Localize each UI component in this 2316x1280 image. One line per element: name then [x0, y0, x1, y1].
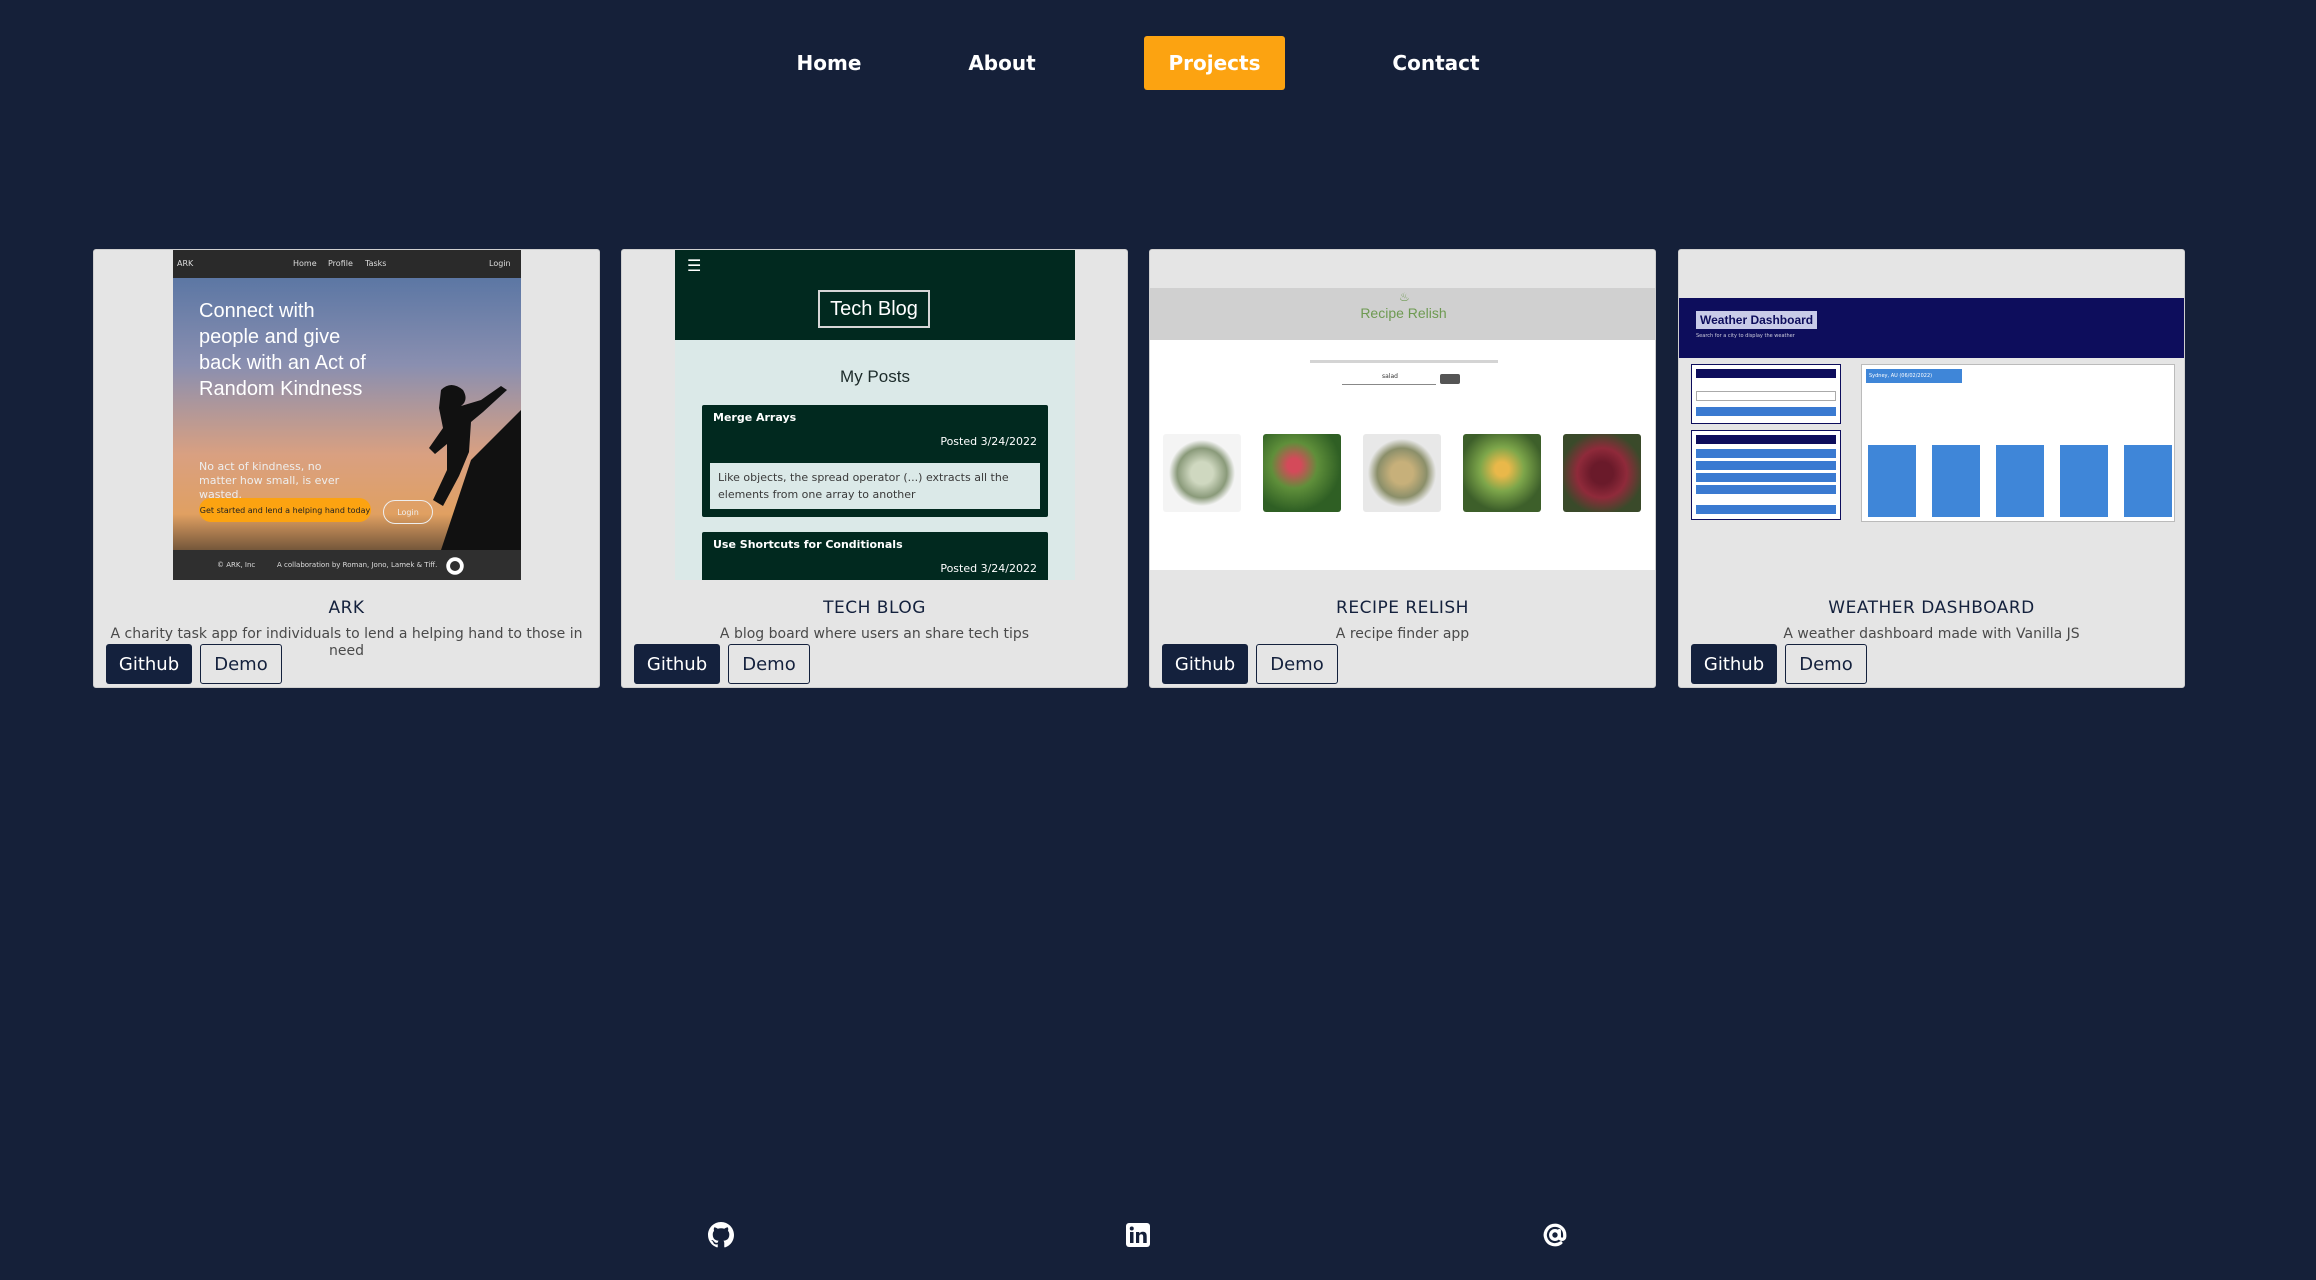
project-description: A recipe finder app: [1335, 626, 1470, 642]
wd-subtitle: Search for a city to display the weather: [1696, 333, 1795, 339]
wd-history-label: [1696, 435, 1836, 444]
wd-history-item: [1696, 485, 1836, 494]
github-button[interactable]: Github: [106, 644, 192, 684]
food-image: [1563, 434, 1641, 512]
github-button[interactable]: Github: [634, 644, 720, 684]
wd-forecast-day: [1868, 445, 1916, 517]
food-image: [1363, 434, 1441, 512]
demo-button[interactable]: Demo: [1256, 644, 1338, 684]
linkedin-icon[interactable]: [1124, 1221, 1152, 1249]
ark-subtext: No act of kindness, no matter how small,…: [199, 460, 340, 501]
demo-button[interactable]: Demo: [728, 644, 810, 684]
tb-post-date: Posted 3/24/2022: [940, 562, 1037, 575]
project-title: TECH BLOG: [823, 598, 926, 618]
tb-logo: Tech Blog: [818, 290, 930, 328]
tb-post: Use Shortcuts for Conditionals Posted 3/…: [702, 532, 1048, 580]
github-button[interactable]: Github: [1162, 644, 1248, 684]
rr-logo: Recipe Relish: [1360, 305, 1447, 321]
food-image: [1263, 434, 1341, 512]
main-nav: Home About Projects Contact: [0, 0, 2316, 125]
ark-footer-left: © ARK, Inc: [217, 561, 256, 569]
ark-headline: Connect with people and give back with a…: [199, 300, 366, 400]
nav-about[interactable]: About: [960, 36, 1044, 90]
tb-post: Merge Arrays Posted 3/24/2022 Like objec…: [702, 405, 1048, 517]
project-card-ark: ARK Home Profile Tasks Login Connect wit…: [93, 249, 600, 688]
project-card-recipe-relish: ♨ Recipe Relish salad RECIPE RELISH A re…: [1149, 249, 1656, 688]
email-at-icon[interactable]: [1541, 1221, 1569, 1249]
tech-blog-screenshot[interactable]: ☰ Tech Blog My Posts Merge Arrays Posted…: [675, 250, 1075, 580]
project-card-weather-dashboard: Weather Dashboard Search for a city to d…: [1678, 249, 2185, 688]
menu-icon: ☰: [687, 256, 702, 275]
tb-post-title: Merge Arrays: [713, 411, 797, 424]
wd-history-item: [1696, 473, 1836, 482]
project-title: WEATHER DASHBOARD: [1828, 598, 2035, 618]
github-icon[interactable]: [707, 1221, 735, 1249]
food-image: [1163, 434, 1241, 512]
ark-github-icon: [446, 557, 464, 575]
nav-contact[interactable]: Contact: [1386, 36, 1486, 90]
nav-home[interactable]: Home: [786, 36, 872, 90]
project-title: RECIPE RELISH: [1336, 598, 1469, 618]
wd-forecast-day: [1932, 445, 1980, 517]
wd-history-panel: [1691, 430, 1841, 520]
ark-nav-home: Home: [293, 259, 317, 268]
project-title: ARK: [328, 598, 365, 618]
wd-clear-history-button: [1696, 505, 1836, 514]
project-card-tech-blog: ☰ Tech Blog My Posts Merge Arrays Posted…: [621, 249, 1128, 688]
ark-nav-login: Login: [489, 259, 511, 268]
tb-post-title: Use Shortcuts for Conditionals: [713, 538, 903, 551]
weather-dashboard-screenshot[interactable]: Weather Dashboard Search for a city to d…: [1679, 250, 2184, 580]
ark-footer: © ARK, Inc A collaboration by Roman, Jon…: [173, 550, 521, 580]
rr-search-value: salad: [1382, 373, 1398, 380]
wd-forecast-panel: Sydney, AU (06/02/2022): [1861, 364, 2175, 522]
ark-login-button: Login: [383, 500, 433, 524]
ark-footer-right: A collaboration by Roman, Jono, Lamek & …: [277, 561, 438, 569]
tb-post-date: Posted 3/24/2022: [940, 435, 1037, 448]
wd-current-city: Sydney, AU (06/02/2022): [1866, 369, 1962, 383]
rr-search-button: [1440, 374, 1460, 384]
nav-projects[interactable]: Projects: [1144, 36, 1285, 90]
wd-city-input: [1696, 391, 1836, 401]
ark-nav-profile: Profile: [328, 259, 353, 268]
wd-search-panel: [1691, 364, 1841, 424]
project-description: A blog board where users an share tech t…: [719, 626, 1030, 642]
ark-screenshot[interactable]: ARK Home Profile Tasks Login Connect wit…: [173, 250, 521, 580]
tb-post-body: Like objects, the spread operator (...) …: [708, 461, 1042, 511]
tb-heading: My Posts: [840, 367, 910, 386]
wd-get-weather-button: [1696, 407, 1836, 416]
demo-button[interactable]: Demo: [1785, 644, 1867, 684]
rr-intro-line: [1310, 360, 1498, 363]
food-image: [1463, 434, 1541, 512]
wd-forecast-day: [2060, 445, 2108, 517]
wd-search-label: [1696, 369, 1836, 378]
wd-history-item: [1696, 449, 1836, 458]
wd-forecast-day: [1996, 445, 2044, 517]
leaf-icon: ♨: [1399, 290, 1410, 304]
project-description: A weather dashboard made with Vanilla JS: [1783, 626, 2080, 642]
wd-forecast-day: [2124, 445, 2172, 517]
recipe-relish-screenshot[interactable]: ♨ Recipe Relish salad: [1150, 250, 1655, 580]
ark-brand: ARK: [177, 259, 194, 268]
wd-history-item: [1696, 461, 1836, 470]
ark-topbar: ARK Home Profile Tasks Login: [173, 250, 521, 278]
wd-title: Weather Dashboard: [1696, 311, 1818, 329]
rr-search-input: salad: [1342, 373, 1436, 385]
demo-button[interactable]: Demo: [200, 644, 282, 684]
github-button[interactable]: Github: [1691, 644, 1777, 684]
ark-nav-tasks: Tasks: [365, 259, 387, 268]
ark-cta: Get started and lend a helping hand toda…: [199, 498, 371, 522]
